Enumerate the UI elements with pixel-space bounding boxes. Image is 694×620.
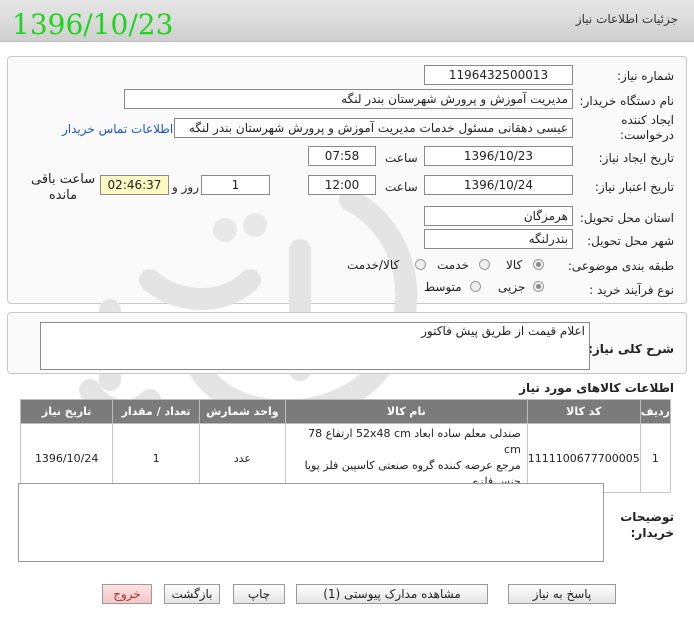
cell-name-line1: صندلی معلم ساده ابعاد 52x48 cm ارتفاع 78… (308, 427, 521, 456)
goods-section-title: اطلاعات کالاهای مورد نیاز (519, 381, 674, 395)
category-service-radio[interactable] (479, 259, 490, 270)
days-label: روز و (172, 180, 199, 194)
city-field: بندرلنگه (424, 229, 573, 249)
valid-date-field: 1396/10/24 (424, 175, 573, 195)
title-bar: جزئیات اطلاعات نیاز 1396/10/23 (0, 0, 694, 42)
need-number-label: شماره نیاز: (617, 69, 674, 83)
col-qty: تعداد / مقدار (112, 399, 200, 424)
category-goods-service-label: کالا/خدمت (347, 258, 400, 272)
goods-table: ردیف کد کالا نام کالا واحد شمارش تعداد /… (19, 399, 672, 493)
remaining-label-line1: ساعت باقی (31, 172, 96, 187)
city-label: شهر محل تحویل: (587, 234, 674, 248)
valid-time-label: ساعت (385, 180, 418, 194)
valid-time-field: 12:00 (308, 175, 376, 195)
date-stamp: 1396/10/23 (12, 8, 174, 41)
goods-table-header: ردیف کد کالا نام کالا واحد شمارش تعداد /… (19, 399, 672, 424)
province-field: هرمزگان (424, 206, 573, 226)
category-goods-label: کالا (506, 258, 523, 272)
col-row: ردیف (639, 399, 672, 424)
category-service-label: خدمت (437, 258, 469, 272)
attachments-button[interactable]: مشاهده مدارک پیوستی (1) (296, 584, 488, 604)
cell-row: 1 (639, 423, 672, 493)
exit-button[interactable]: خروج (102, 584, 152, 604)
back-button[interactable]: بازگشت (164, 584, 220, 604)
purchase-minor-radio[interactable] (533, 281, 544, 292)
buyer-notes-field (18, 483, 604, 562)
remaining-time-field: 02:46:37 (100, 175, 169, 195)
need-number-field: 1196432500013 (424, 65, 573, 85)
create-time-label: ساعت (385, 151, 418, 165)
purchase-medium-label: متوسط (424, 280, 462, 294)
buyer-notes-label-line2: خریدار: (630, 526, 674, 540)
buyer-org-field: مدیریت آموزش و پرورش شهرستان بندر لنگه (124, 89, 573, 109)
requester-label-line1: ایجاد کننده (621, 113, 674, 127)
category-goods-service-radio[interactable] (415, 259, 426, 270)
create-date-label: تاریخ ایجاد نیاز: (598, 151, 674, 165)
category-label: طبقه بندی موضوعی: (567, 259, 674, 273)
page-title: جزئیات اطلاعات نیاز (575, 12, 678, 26)
buyer-org-label: نام دستگاه خریدار: (579, 94, 675, 108)
col-unit: واحد شمارش (198, 399, 286, 424)
description-text: اعلام قیمت از طریق پیش فاکتور (40, 322, 590, 370)
cell-name-line2: مرجع عرضه کننده گروه صنعتی کاسپین فلز پو… (304, 459, 521, 472)
buyer-notes-label-line1: توضیحات (620, 510, 674, 524)
reply-button[interactable]: پاسخ به نیاز (508, 584, 616, 604)
remaining-label-line2: مانده (48, 188, 78, 203)
remaining-days-field: 1 (201, 175, 270, 195)
requester-field: عیسی دهقانی مسئول خدمات مدیریت آموزش و پ… (174, 118, 573, 138)
purchase-type-label: نوع فرآیند خرید : (589, 283, 674, 297)
valid-date-label: تاریخ اعتبار نیاز: (594, 180, 674, 194)
buyer-contact-link[interactable]: اطلاعات تماس خریدار (62, 122, 173, 136)
create-time-field: 07:58 (308, 146, 376, 166)
col-code: کد کالا (526, 399, 641, 424)
province-label: استان محل تحویل: (579, 211, 674, 225)
description-label: شرح کلی نیاز: (588, 342, 674, 356)
purchase-medium-radio[interactable] (470, 281, 481, 292)
purchase-minor-label: جزیی (498, 280, 526, 294)
requester-label-line2: درخواست: (620, 128, 674, 142)
category-goods-radio[interactable] (533, 259, 544, 270)
col-name: نام کالا (284, 399, 528, 424)
create-date-field: 1396/10/23 (424, 146, 573, 166)
col-date: تاریخ نیاز (19, 399, 114, 424)
print-button[interactable]: چاپ (233, 584, 285, 604)
